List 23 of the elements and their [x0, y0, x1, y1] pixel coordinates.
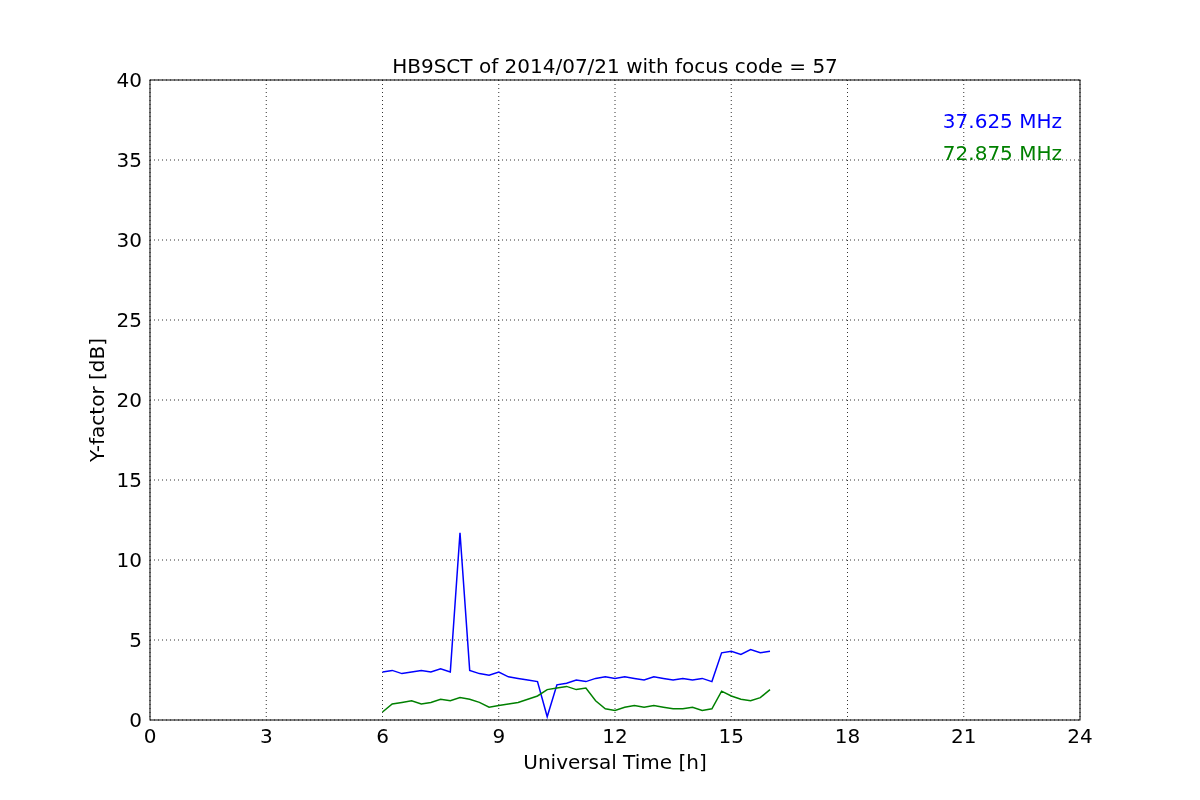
tick-label: 12: [602, 724, 628, 748]
tick-label: 21: [951, 724, 977, 748]
tick-label: 9: [492, 724, 506, 748]
tick-label: 30: [116, 228, 142, 252]
tick-label: 10: [116, 548, 142, 572]
tick-label: 15: [718, 724, 744, 748]
tick-label: 40: [116, 68, 142, 92]
axis-label: Universal Time [h]: [523, 750, 707, 774]
chart-title: HB9SCT of 2014/07/21 with focus code = 57: [392, 54, 838, 78]
tick-label: 18: [834, 724, 861, 748]
tick-label: 0: [129, 708, 142, 732]
tick-label: 0: [143, 724, 157, 748]
tick-label: 20: [116, 388, 142, 412]
tick-label: 15: [116, 468, 142, 492]
tick-label: 6: [376, 724, 389, 748]
tick-label: 3: [259, 724, 273, 748]
legend-label: 37.625 MHz: [942, 109, 1062, 133]
tick-label: 5: [129, 628, 142, 652]
axis-label: Y-factor [dB]: [85, 338, 109, 462]
tick-label: 24: [1067, 724, 1093, 748]
tick-label: 35: [116, 148, 142, 172]
tick-label: 25: [116, 308, 142, 332]
legend-label: 72.875 MHz: [942, 141, 1062, 165]
